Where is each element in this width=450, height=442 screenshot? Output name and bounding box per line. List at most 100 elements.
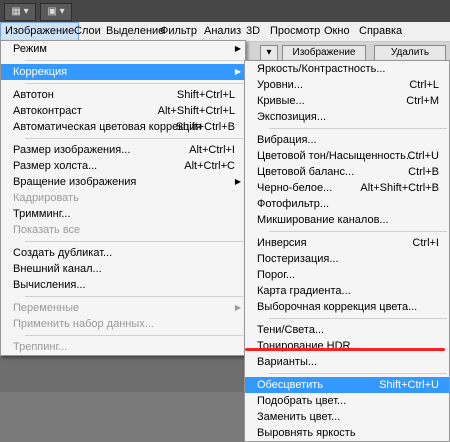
menu-item-shortcut: Ctrl+M [406,95,439,107]
menu-item[interactable]: Цветовой тон/Насыщенность... Ctrl+U [245,148,449,164]
menu-item-label: Постеризация... [257,253,339,265]
menu-item[interactable]: Заменить цвет... [245,409,449,425]
menu-item[interactable]: Автоматическая цветовая коррекция Shift+C… [1,119,245,135]
menu-item-label: Яркость/Контрастность... [257,63,386,75]
menu-item-label: Заменить цвет... [257,411,341,423]
menu-item-label: Коррекция [13,66,68,78]
menu-item: Применить набор данных... [1,316,245,332]
menu-item[interactable]: Уровни... Ctrl+L [245,77,449,93]
menu-item-shortcut: Shift+Ctrl+B [175,121,235,133]
menu-item[interactable]: Варианты... [245,354,449,370]
delete-button[interactable]: Удалить [374,45,446,61]
menu-item[interactable]: Фотофильтр... [245,196,449,212]
menu-separator [25,335,243,336]
menu-item-label: Подобрать цвет... [257,395,347,407]
menu-item[interactable]: Обесцветить Shift+Ctrl+U [245,377,449,393]
menu-separator [25,83,243,84]
menu-separator [25,138,243,139]
menu-item[interactable]: Размер холста... Alt+Ctrl+C [1,158,245,174]
menu-item[interactable]: Автотон Shift+Ctrl+L [1,87,245,103]
menu-item[interactable]: Размер изображения... Alt+Ctrl+I [1,142,245,158]
menu-separator [25,296,243,297]
menu-item: Переменные ▶ [1,300,245,316]
menu-item[interactable]: Экспозиция... [245,109,449,125]
menu-item[interactable]: Тонирование HDR... [245,338,449,354]
menu-item[interactable]: Инверсия Ctrl+I [245,235,449,251]
menu-item[interactable]: Вычисления... [1,277,245,293]
menu-item-label: Порог... [257,269,296,281]
menu-item[interactable]: Выровнять яркость [245,425,449,441]
image-button[interactable]: Изображение [282,45,366,61]
menu-item-label: Автоматическая цветовая коррекция [13,121,202,133]
menu-item[interactable]: Режим ▶ [1,41,245,57]
menu-item-label: Создать дубликат... [13,247,113,259]
menu-view[interactable]: Просмотр [266,22,324,41]
menu-filter[interactable]: Фильтр [156,22,201,41]
menu-item-shortcut: Alt+Ctrl+I [189,144,235,156]
menu-item-label: Автотон [13,89,54,101]
menu-item[interactable]: Создать дубликат... [1,245,245,261]
menu-item[interactable]: Коррекция ▶ [1,64,245,80]
menu-separator [269,231,447,232]
options-dropdown[interactable]: ▾ [260,45,278,61]
menu-item: Кадрировать [1,190,245,206]
menu-item[interactable]: Кривые... Ctrl+M [245,93,449,109]
options-bar: ▾ Изображение Удалить [240,42,450,62]
submenu-arrow-icon: ▶ [234,177,241,186]
menu-item[interactable]: Подобрать цвет... [245,393,449,409]
menu-item-label: Выровнять яркость [257,427,356,439]
menu-item-shortcut: Alt+Shift+Ctrl+B [360,182,439,194]
menu-item-label: Вращение изображения [13,176,137,188]
adjustments-submenu: Яркость/Контрастность... Уровни... Ctrl+L К… [244,60,450,442]
red-underline-annotation [245,348,445,351]
menu-item-label: Кривые... [257,95,305,107]
menu-image[interactable]: Изображение [0,22,80,41]
menu-item-label: Тримминг... [13,208,71,220]
menu-item[interactable]: Яркость/Контрастность... [245,61,449,77]
menu-item-label: Обесцветить [257,379,324,391]
menu-item[interactable]: Постеризация... [245,251,449,267]
menu-item-label: Микширование каналов... [257,214,389,226]
menu-item[interactable]: Вибрация... [245,132,449,148]
menu-item-label: Автоконтраст [13,105,82,117]
menu-item[interactable]: Порог... [245,267,449,283]
menu-help[interactable]: Справка [355,22,406,41]
screen-mode-button[interactable]: ▣ ▾ [40,3,72,21]
menu-bar: Изображение Слои Выделение Фильтр Анализ… [0,22,450,42]
menu-item-label: Черно-белое... [257,182,333,194]
menu-item-label: Режим [13,43,47,55]
menu-item: Показать все [1,222,245,238]
menu-window[interactable]: Окно [320,22,354,41]
menu-item-shortcut: Ctrl+L [409,79,439,91]
menu-item-shortcut: Shift+Ctrl+U [379,379,439,391]
menu-item[interactable]: Вращение изображения ▶ [1,174,245,190]
menu-item-label: Кадрировать [13,192,79,204]
menu-analysis[interactable]: Анализ [200,22,245,41]
menu-3d[interactable]: 3D [242,22,264,41]
menu-item[interactable]: Микширование каналов... [245,212,449,228]
app-toolbar: ▦ ▾ ▣ ▾ [0,0,450,22]
menu-item-label: Уровни... [257,79,303,91]
menu-item[interactable]: Цветовой баланс... Ctrl+B [245,164,449,180]
menu-item[interactable]: Внешний канал... [1,261,245,277]
menu-item[interactable]: Карта градиента... [245,283,449,299]
submenu-arrow-icon: ▶ [234,303,241,312]
menu-separator [25,60,243,61]
menu-layers[interactable]: Слои [70,22,105,41]
menu-item-label: Вычисления... [13,279,86,291]
menu-item-shortcut: Alt+Ctrl+C [184,160,235,172]
menu-item-label: Размер изображения... [13,144,131,156]
menu-item-label: Показать все [13,224,81,236]
menu-item-label: Экспозиция... [257,111,327,123]
arrange-documents-button[interactable]: ▦ ▾ [4,3,36,21]
menu-item-label: Цветовой баланс... [257,166,355,178]
menu-item[interactable]: Тримминг... [1,206,245,222]
menu-item-shortcut: Ctrl+B [408,166,439,178]
menu-item-label: Инверсия [257,237,307,249]
menu-item-label: Вибрация... [257,134,317,146]
menu-item[interactable]: Тени/Света... [245,322,449,338]
menu-item[interactable]: Автоконтраст Alt+Shift+Ctrl+L [1,103,245,119]
menu-item[interactable]: Выборочная коррекция цвета... [245,299,449,315]
submenu-arrow-icon: ▶ [234,44,241,53]
menu-item[interactable]: Черно-белое... Alt+Shift+Ctrl+B [245,180,449,196]
